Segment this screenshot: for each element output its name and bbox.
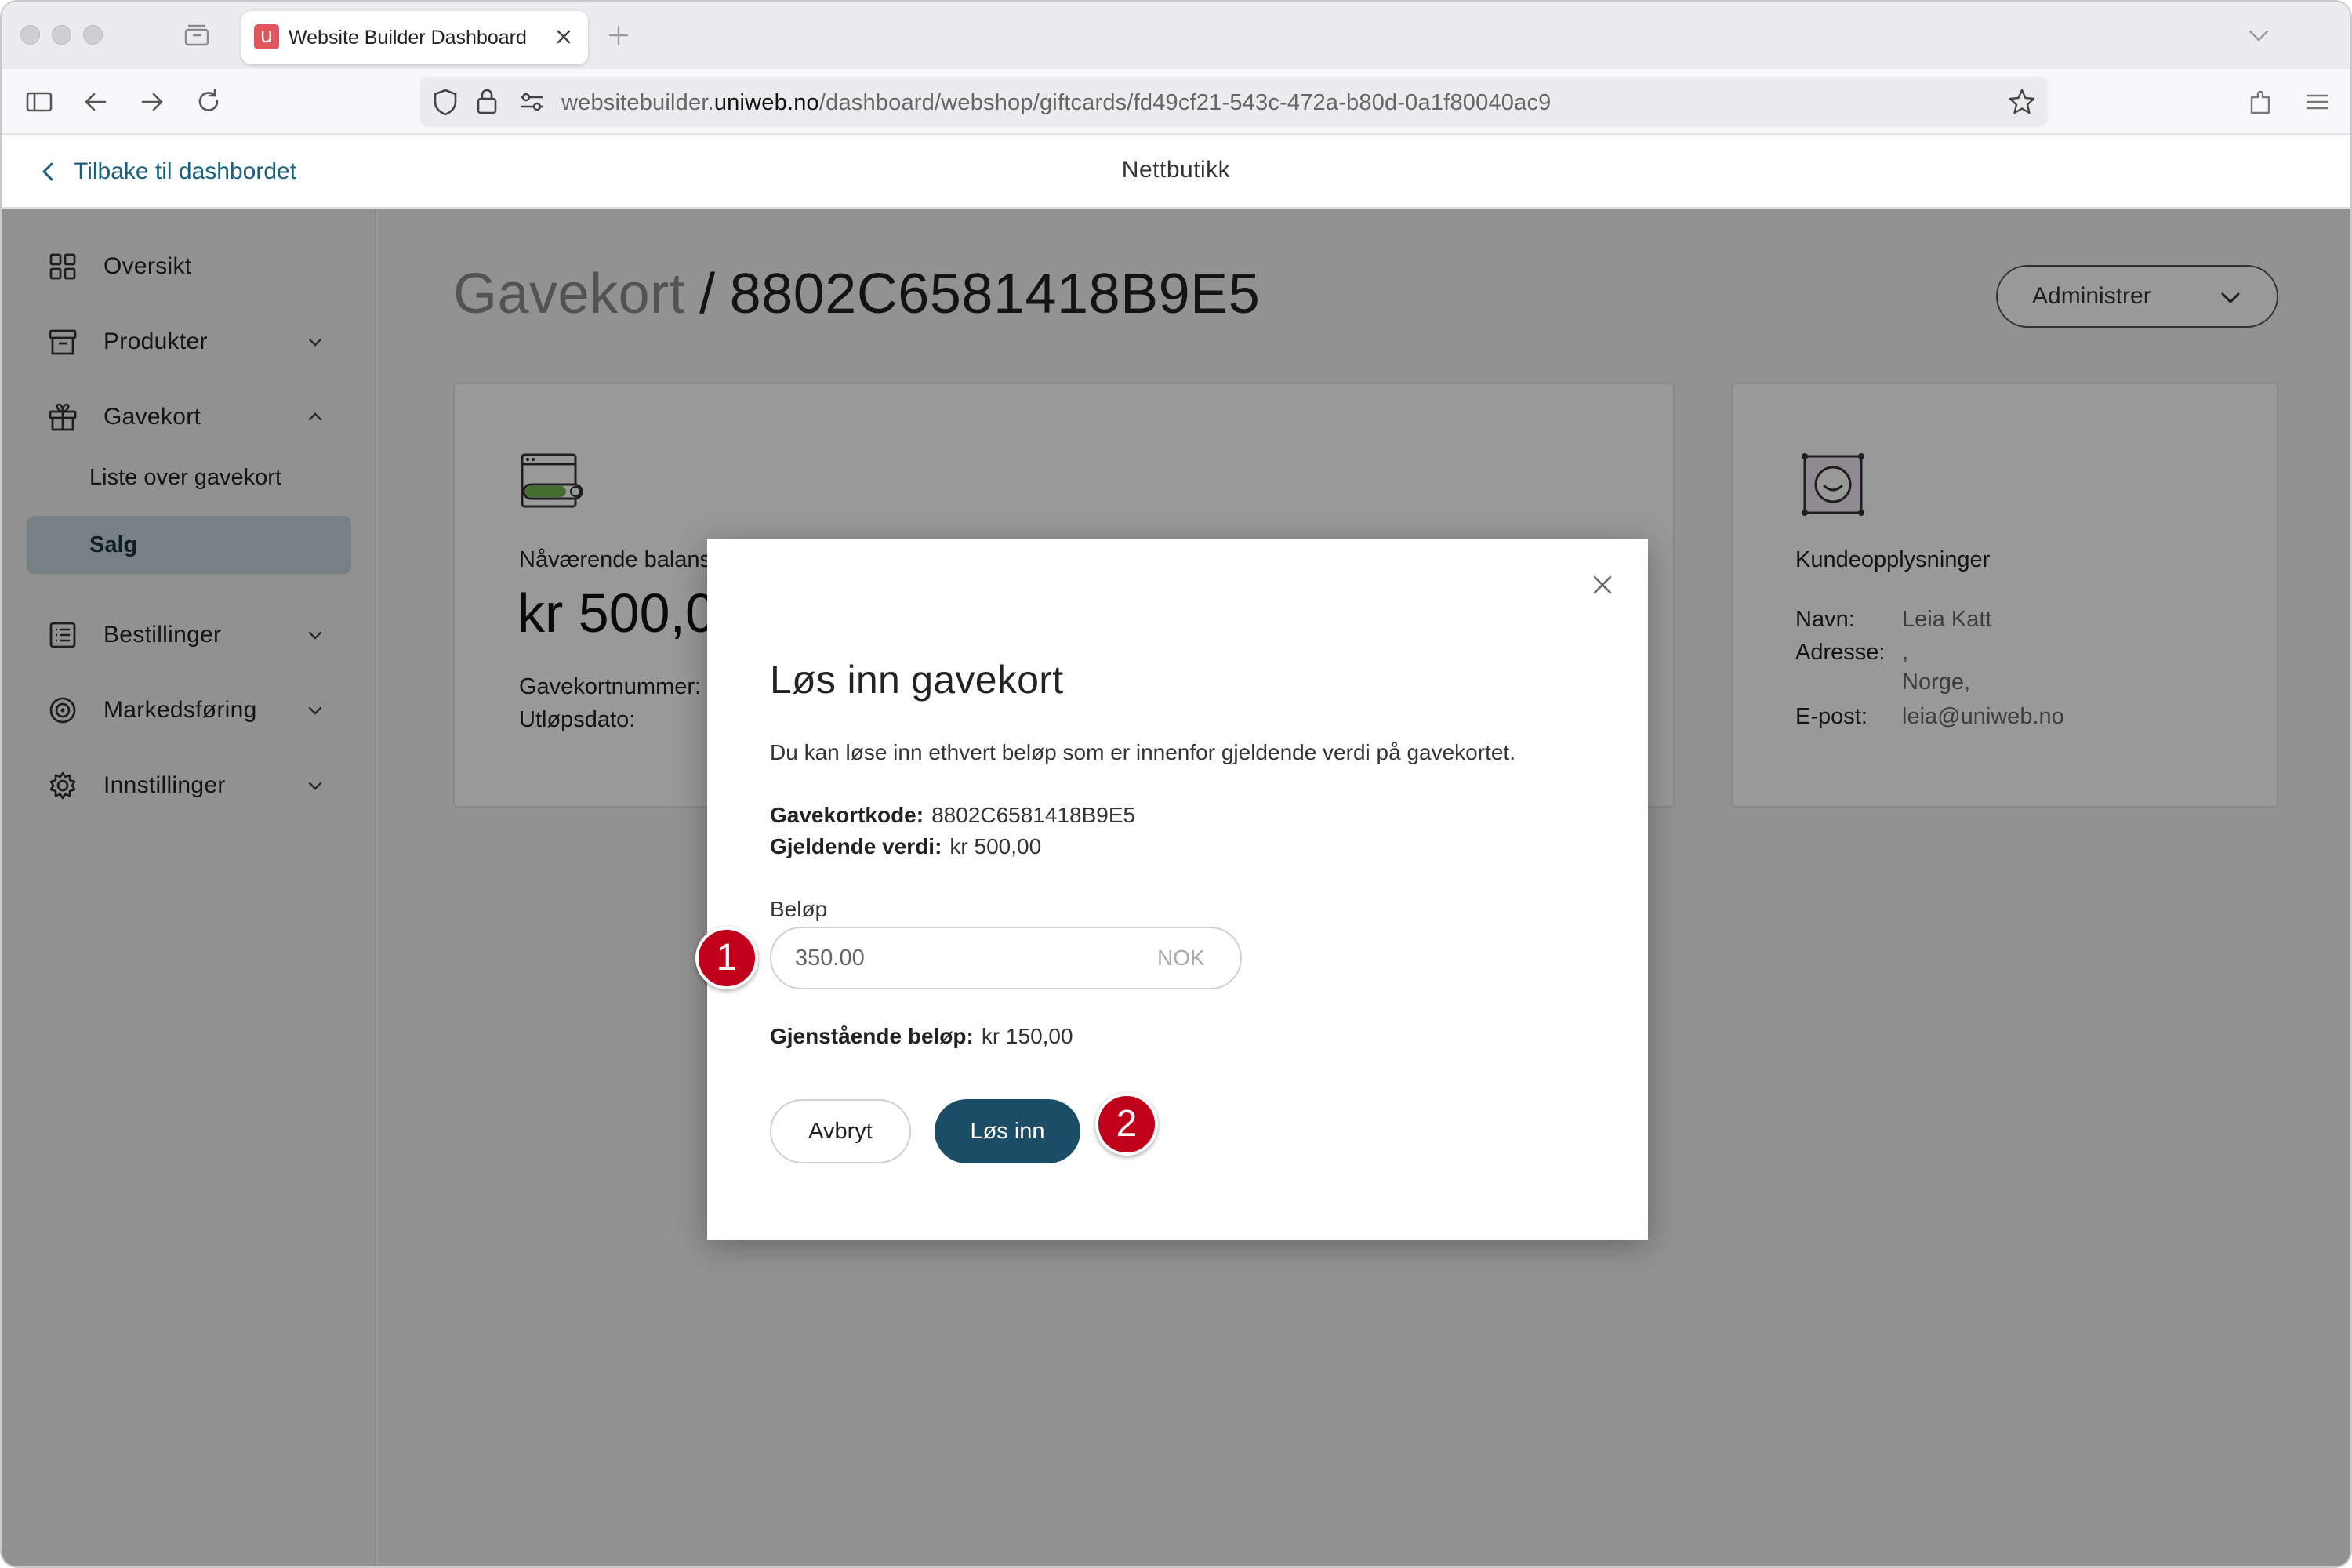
back-arrow-icon[interactable] [80,86,111,118]
cancel-button[interactable]: Avbryt [770,1099,911,1163]
step-1-badge: 1 [695,927,758,989]
shield-icon[interactable] [431,87,459,117]
remaining-amount-row: Gjenstående beløp: kr 150,00 [770,1024,1073,1049]
tab-overview-icon[interactable] [183,24,210,47]
redeem-button[interactable]: Løs inn [935,1099,1080,1163]
dialog-description: Du kan løse inn ethvert beløp som er inn… [770,740,1515,764]
browser-window: u Website Builder Dashboard websitebuild… [0,0,2352,1568]
active-tab[interactable]: u Website Builder Dashboard [241,11,588,64]
chevron-down-icon[interactable] [2245,24,2272,47]
current-value-value: kr 500,00 [949,834,1042,858]
app-header-title: Nettbutikk [1121,157,1231,183]
step-2-badge: 2 [1095,1093,1158,1156]
reload-icon[interactable] [193,86,224,118]
window-close-dot[interactable] [20,25,40,45]
app-header: Tilbake til dashbordet Nettbutikk [2,135,2350,209]
site-settings-icon[interactable] [517,89,546,114]
browser-tab-bar: u Website Builder Dashboard [2,2,2350,69]
redeem-giftcard-dialog: Løs inn gavekort Du kan løse inn ethvert… [707,539,1648,1240]
bookmark-star-icon[interactable] [2007,87,2037,117]
remaining-amount-label: Gjenstående beløp: [770,1024,974,1048]
address-bar[interactable]: websitebuilder.uniweb.no/dashboard/websh… [420,77,2048,127]
new-tab-icon[interactable] [605,22,632,49]
currency-suffix: NOK [1157,946,1205,970]
sidebar-toggle-icon[interactable] [24,86,55,118]
close-tab-icon[interactable] [550,24,577,50]
url-text[interactable]: websitebuilder.uniweb.no/dashboard/websh… [561,90,1551,116]
giftcard-code-row: Gavekortkode: 8802C6581418B9E5 [770,803,1135,828]
remaining-amount-value: kr 150,00 [981,1024,1073,1048]
extensions-icon[interactable] [2245,86,2277,118]
current-value-label: Gjeldende verdi: [770,834,942,858]
tab-title: Website Builder Dashboard [289,27,527,49]
window-zoom-dot[interactable] [83,25,103,45]
window-minimize-dot[interactable] [52,25,71,45]
browser-toolbar: websitebuilder.uniweb.no/dashboard/websh… [2,69,2350,135]
lock-icon[interactable] [475,86,499,116]
giftcard-code-value: 8802C6581418B9E5 [931,803,1136,827]
current-value-row: Gjeldende verdi: kr 500,00 [770,834,1041,859]
forward-arrow-icon[interactable] [136,86,168,118]
dialog-title: Løs inn gavekort [770,658,1064,702]
amount-label: Beløp [770,897,828,921]
uniweb-favicon-icon: u [254,24,279,49]
close-icon[interactable] [1587,569,1618,601]
menu-icon[interactable] [2302,86,2333,118]
giftcard-code-label: Gavekortkode: [770,803,924,827]
